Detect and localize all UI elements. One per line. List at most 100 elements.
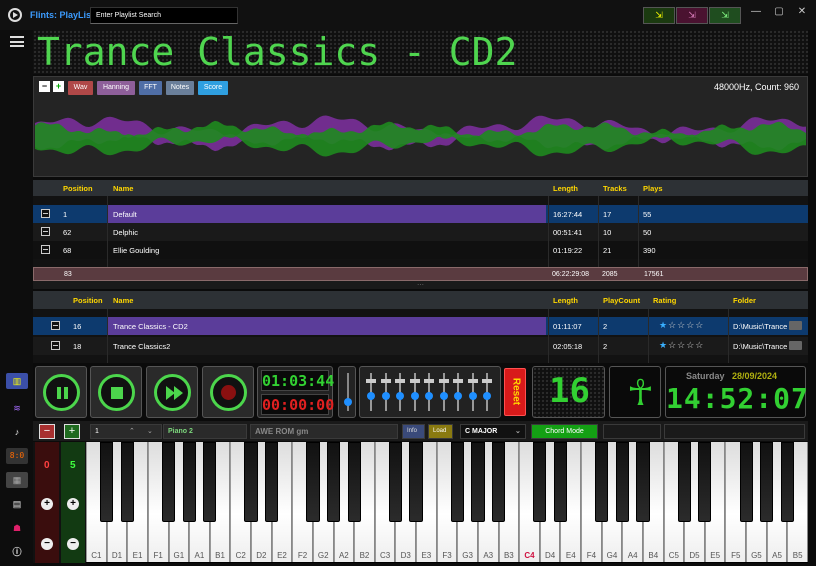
volume-slider[interactable] xyxy=(344,398,352,406)
col-length[interactable]: Length xyxy=(553,296,578,305)
record-button[interactable] xyxy=(202,366,254,418)
next-button[interactable] xyxy=(146,366,198,418)
piano-black-key[interactable] xyxy=(553,442,568,522)
piano-black-key[interactable] xyxy=(698,442,712,522)
piano-black-key[interactable] xyxy=(739,442,753,522)
table-row[interactable]: 16 Trance Classics - CD2 01:11:07 2 ★☆☆☆… xyxy=(33,317,808,335)
stop-button[interactable] xyxy=(90,366,142,418)
piano-black-key[interactable] xyxy=(203,442,217,522)
instrument-field[interactable]: Piano 2 xyxy=(163,424,247,439)
col-length[interactable]: Length xyxy=(553,184,578,193)
piano-black-key[interactable] xyxy=(100,442,114,522)
table-row[interactable]: 18 Trance Classics2 02:05:18 2 ★☆☆☆☆ D:\… xyxy=(33,337,808,355)
piano-black-key[interactable] xyxy=(471,442,485,522)
wav-button[interactable]: Wav xyxy=(68,81,93,95)
piano-black-key[interactable] xyxy=(533,442,547,522)
maximize-button[interactable]: ▢ xyxy=(771,4,787,20)
piano-black-key[interactable] xyxy=(161,442,176,522)
mixer-fader[interactable] xyxy=(439,392,448,400)
close-button[interactable]: ✕ xyxy=(794,4,810,20)
piano-black-key[interactable] xyxy=(409,442,423,522)
piano-black-key[interactable] xyxy=(182,442,196,522)
collapse-icon[interactable] xyxy=(41,245,50,254)
transpose-up-icon[interactable]: + xyxy=(41,498,53,510)
piano-black-key[interactable] xyxy=(388,442,402,522)
chord-mode-button[interactable]: Chord Mode xyxy=(531,424,598,439)
piano-black-key[interactable] xyxy=(347,442,361,522)
mixer-fader[interactable] xyxy=(410,392,419,400)
piano-black-key[interactable] xyxy=(636,442,650,522)
octave-down-icon[interactable]: − xyxy=(67,538,79,550)
collapse-icon[interactable] xyxy=(51,321,60,330)
col-plays[interactable]: Plays xyxy=(643,184,663,193)
collapse-icon[interactable] xyxy=(41,209,50,218)
hamburger-button[interactable] xyxy=(10,36,24,47)
rating-stars[interactable]: ★☆☆☆☆ xyxy=(659,340,704,351)
octave-up-icon[interactable]: + xyxy=(67,498,79,510)
invader-icon[interactable]: ☗ xyxy=(6,520,28,536)
folder-icon[interactable] xyxy=(789,321,802,330)
playlist-search-input[interactable]: Enter Playlist Search xyxy=(90,7,238,24)
clock-icon[interactable]: 8:0 xyxy=(6,448,28,464)
grid-icon[interactable]: ▦ xyxy=(6,472,28,488)
hanning-button[interactable]: Hanning xyxy=(97,81,135,95)
piano-black-key[interactable] xyxy=(491,442,506,522)
equalizer-icon[interactable]: ▥ xyxy=(6,373,28,389)
table-row[interactable]: 68 Ellie Goulding 01:19:22 21 390 xyxy=(33,241,808,259)
piano-black-key[interactable] xyxy=(306,442,320,522)
mixer-fader[interactable] xyxy=(425,392,433,400)
collapse-green-icon[interactable]: ⇲ xyxy=(709,7,741,24)
piano-black-key[interactable] xyxy=(326,442,341,522)
col-name[interactable]: Name xyxy=(113,296,133,305)
piano-black-key[interactable] xyxy=(265,442,279,522)
mixer-fader[interactable] xyxy=(367,392,375,400)
fft-button[interactable]: FFT xyxy=(139,81,162,95)
zoom-out-button[interactable]: − xyxy=(39,81,50,92)
piano-black-key[interactable] xyxy=(615,442,629,522)
piano-black-key[interactable] xyxy=(677,442,691,522)
info-button[interactable]: Info xyxy=(402,424,425,439)
col-playcount[interactable]: PlayCount xyxy=(603,296,640,305)
channel-select[interactable]: 1 ⌃ ⌄ xyxy=(90,424,162,439)
col-folder[interactable]: Folder xyxy=(733,296,756,305)
piano-icon[interactable]: ▤ xyxy=(6,496,28,512)
info-icon[interactable]: ⓘ xyxy=(6,544,28,560)
col-position[interactable]: Position xyxy=(73,296,103,305)
zoom-in-button[interactable]: + xyxy=(53,81,64,92)
mixer-fader[interactable] xyxy=(483,392,491,400)
load-button[interactable]: Load xyxy=(428,424,453,439)
table-row[interactable]: 62 Delphic 00:51:41 10 50 xyxy=(33,223,808,241)
col-rating[interactable]: Rating xyxy=(653,296,676,305)
table-splitter[interactable]: ⋯ xyxy=(33,281,808,289)
waveform-icon[interactable]: ≋ xyxy=(6,400,28,416)
rating-stars[interactable]: ★☆☆☆☆ xyxy=(659,320,704,331)
collapse-pink-icon[interactable]: ⇲ xyxy=(676,7,708,24)
minimize-button[interactable]: — xyxy=(748,4,764,20)
collapse-icon[interactable] xyxy=(51,341,60,350)
mixer-fader[interactable] xyxy=(381,392,390,400)
folder-icon[interactable] xyxy=(789,341,802,350)
octave-minus-button[interactable]: − xyxy=(39,424,55,439)
piano-black-key[interactable] xyxy=(450,442,464,522)
piano-black-key[interactable] xyxy=(780,442,794,522)
reset-button[interactable]: Reset xyxy=(504,368,526,416)
transpose-down-icon[interactable]: − xyxy=(41,538,53,550)
piano-black-key[interactable] xyxy=(120,442,134,522)
soundfont-field[interactable]: AWE ROM gm xyxy=(250,424,398,439)
notes-button[interactable]: Notes xyxy=(166,81,194,95)
collapse-icon[interactable] xyxy=(41,227,50,236)
piano-black-key[interactable] xyxy=(595,442,609,522)
col-tracks[interactable]: Tracks xyxy=(603,184,627,193)
octave-plus-button[interactable]: + xyxy=(64,424,80,439)
mixer-fader[interactable] xyxy=(396,392,404,400)
col-position[interactable]: Position xyxy=(63,184,93,193)
score-button[interactable]: Score xyxy=(198,81,228,95)
mixer-fader[interactable] xyxy=(468,392,477,400)
key-select[interactable]: C MAJOR ⌄ xyxy=(460,424,526,439)
guitar-icon[interactable]: ♪ xyxy=(6,424,28,440)
collapse-yellow-icon[interactable]: ⇲ xyxy=(643,7,675,24)
app-play-icon[interactable] xyxy=(8,8,22,22)
col-name[interactable]: Name xyxy=(113,184,133,193)
table-row[interactable]: 1 Default 16:27:44 17 55 xyxy=(33,205,808,223)
piano-black-key[interactable] xyxy=(244,442,258,522)
